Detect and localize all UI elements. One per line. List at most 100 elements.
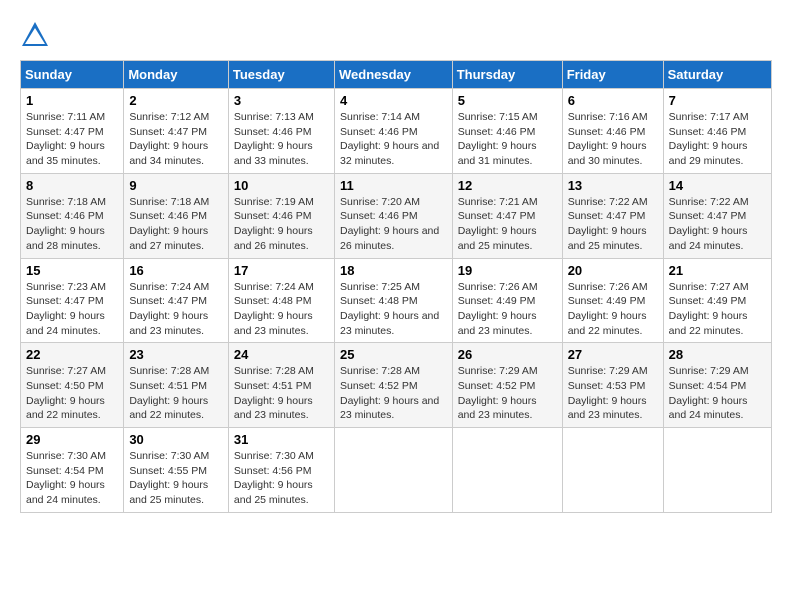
- weekday-header-sunday: Sunday: [21, 61, 124, 89]
- day-info: Sunrise: 7:29 AMSunset: 4:53 PMDaylight:…: [568, 364, 658, 423]
- day-info: Sunrise: 7:21 AMSunset: 4:47 PMDaylight:…: [458, 195, 557, 254]
- calendar-cell: 31 Sunrise: 7:30 AMSunset: 4:56 PMDayligh…: [228, 428, 334, 513]
- calendar-cell: 29Sunrise: 7:30 AMSunset: 4:54 PMDayligh…: [21, 428, 124, 513]
- day-number: 1: [26, 93, 118, 108]
- day-info: Sunrise: 7:30 AMSunset: 4:54 PMDaylight:…: [26, 449, 118, 508]
- day-number: 4: [340, 93, 447, 108]
- day-number: 9: [129, 178, 223, 193]
- calendar-cell: 28 Sunrise: 7:29 AMSunset: 4:54 PMDayligh…: [663, 343, 771, 428]
- calendar-cell: 17 Sunrise: 7:24 AMSunset: 4:48 PMDayligh…: [228, 258, 334, 343]
- day-info: Sunrise: 7:16 AMSunset: 4:46 PMDaylight:…: [568, 110, 658, 169]
- calendar-cell: 12 Sunrise: 7:21 AMSunset: 4:47 PMDayligh…: [452, 173, 562, 258]
- calendar-cell: 14Sunrise: 7:22 AMSunset: 4:47 PMDayligh…: [663, 173, 771, 258]
- day-info: Sunrise: 7:26 AMSunset: 4:49 PMDaylight:…: [568, 280, 658, 339]
- day-info: Sunrise: 7:24 AMSunset: 4:48 PMDaylight:…: [234, 280, 329, 339]
- day-number: 16: [129, 263, 223, 278]
- day-number: 12: [458, 178, 557, 193]
- calendar-cell: [562, 428, 663, 513]
- weekday-header-saturday: Saturday: [663, 61, 771, 89]
- calendar-cell: [452, 428, 562, 513]
- logo: [20, 20, 54, 50]
- day-number: 25: [340, 347, 447, 362]
- day-number: 17: [234, 263, 329, 278]
- day-info: Sunrise: 7:11 AMSunset: 4:47 PMDaylight:…: [26, 110, 118, 169]
- day-number: 5: [458, 93, 557, 108]
- calendar-week-row: 1 Sunrise: 7:11 AMSunset: 4:47 PMDaylight…: [21, 89, 772, 174]
- day-info: Sunrise: 7:24 AMSunset: 4:47 PMDaylight:…: [129, 280, 223, 339]
- day-info: Sunrise: 7:29 AMSunset: 4:54 PMDaylight:…: [669, 364, 766, 423]
- weekday-header-monday: Monday: [124, 61, 229, 89]
- day-number: 8: [26, 178, 118, 193]
- calendar-cell: 4 Sunrise: 7:14 AMSunset: 4:46 PMDaylight…: [334, 89, 452, 174]
- calendar-cell: 3 Sunrise: 7:13 AMSunset: 4:46 PMDaylight…: [228, 89, 334, 174]
- calendar-cell: 18 Sunrise: 7:25 AMSunset: 4:48 PMDayligh…: [334, 258, 452, 343]
- calendar-cell: 19 Sunrise: 7:26 AMSunset: 4:49 PMDayligh…: [452, 258, 562, 343]
- day-number: 3: [234, 93, 329, 108]
- day-number: 13: [568, 178, 658, 193]
- day-number: 22: [26, 347, 118, 362]
- calendar-week-row: 15Sunrise: 7:23 AMSunset: 4:47 PMDayligh…: [21, 258, 772, 343]
- day-info: Sunrise: 7:14 AMSunset: 4:46 PMDaylight:…: [340, 110, 447, 169]
- day-info: Sunrise: 7:26 AMSunset: 4:49 PMDaylight:…: [458, 280, 557, 339]
- day-info: Sunrise: 7:19 AMSunset: 4:46 PMDaylight:…: [234, 195, 329, 254]
- logo-icon: [20, 20, 50, 50]
- calendar-cell: 9 Sunrise: 7:18 AMSunset: 4:46 PMDaylight…: [124, 173, 229, 258]
- day-info: Sunrise: 7:28 AMSunset: 4:51 PMDaylight:…: [129, 364, 223, 423]
- day-number: 31: [234, 432, 329, 447]
- day-info: Sunrise: 7:18 AMSunset: 4:46 PMDaylight:…: [129, 195, 223, 254]
- calendar-cell: 25 Sunrise: 7:28 AMSunset: 4:52 PMDayligh…: [334, 343, 452, 428]
- day-info: Sunrise: 7:22 AMSunset: 4:47 PMDaylight:…: [669, 195, 766, 254]
- calendar-cell: [334, 428, 452, 513]
- day-info: Sunrise: 7:23 AMSunset: 4:47 PMDaylight:…: [26, 280, 118, 339]
- calendar-cell: 21Sunrise: 7:27 AMSunset: 4:49 PMDayligh…: [663, 258, 771, 343]
- day-number: 23: [129, 347, 223, 362]
- day-info: Sunrise: 7:28 AMSunset: 4:51 PMDaylight:…: [234, 364, 329, 423]
- calendar-cell: 30 Sunrise: 7:30 AMSunset: 4:55 PMDayligh…: [124, 428, 229, 513]
- weekday-header-wednesday: Wednesday: [334, 61, 452, 89]
- day-number: 7: [669, 93, 766, 108]
- day-number: 24: [234, 347, 329, 362]
- day-info: Sunrise: 7:15 AMSunset: 4:46 PMDaylight:…: [458, 110, 557, 169]
- day-info: Sunrise: 7:25 AMSunset: 4:48 PMDaylight:…: [340, 280, 447, 339]
- day-number: 21: [669, 263, 766, 278]
- day-number: 28: [669, 347, 766, 362]
- calendar-cell: 16 Sunrise: 7:24 AMSunset: 4:47 PMDayligh…: [124, 258, 229, 343]
- weekday-header-thursday: Thursday: [452, 61, 562, 89]
- calendar-cell: 24 Sunrise: 7:28 AMSunset: 4:51 PMDayligh…: [228, 343, 334, 428]
- calendar-cell: 10Sunrise: 7:19 AMSunset: 4:46 PMDayligh…: [228, 173, 334, 258]
- calendar-week-row: 29Sunrise: 7:30 AMSunset: 4:54 PMDayligh…: [21, 428, 772, 513]
- weekday-header-friday: Friday: [562, 61, 663, 89]
- day-info: Sunrise: 7:18 AMSunset: 4:46 PMDaylight:…: [26, 195, 118, 254]
- day-info: Sunrise: 7:20 AMSunset: 4:46 PMDaylight:…: [340, 195, 447, 254]
- calendar-cell: 20 Sunrise: 7:26 AMSunset: 4:49 PMDayligh…: [562, 258, 663, 343]
- day-info: Sunrise: 7:13 AMSunset: 4:46 PMDaylight:…: [234, 110, 329, 169]
- calendar-cell: 7Sunrise: 7:17 AMSunset: 4:46 PMDaylight…: [663, 89, 771, 174]
- calendar-table: SundayMondayTuesdayWednesdayThursdayFrid…: [20, 60, 772, 513]
- calendar-cell: 27 Sunrise: 7:29 AMSunset: 4:53 PMDayligh…: [562, 343, 663, 428]
- day-number: 18: [340, 263, 447, 278]
- day-number: 2: [129, 93, 223, 108]
- day-number: 19: [458, 263, 557, 278]
- calendar-week-row: 22 Sunrise: 7:27 AMSunset: 4:50 PMDayligh…: [21, 343, 772, 428]
- day-info: Sunrise: 7:28 AMSunset: 4:52 PMDaylight:…: [340, 364, 447, 423]
- calendar-cell: 23 Sunrise: 7:28 AMSunset: 4:51 PMDayligh…: [124, 343, 229, 428]
- calendar-cell: 13Sunrise: 7:22 AMSunset: 4:47 PMDayligh…: [562, 173, 663, 258]
- calendar-header-row: SundayMondayTuesdayWednesdayThursdayFrid…: [21, 61, 772, 89]
- calendar-cell: 2 Sunrise: 7:12 AMSunset: 4:47 PMDaylight…: [124, 89, 229, 174]
- day-info: Sunrise: 7:27 AMSunset: 4:50 PMDaylight:…: [26, 364, 118, 423]
- day-info: Sunrise: 7:12 AMSunset: 4:47 PMDaylight:…: [129, 110, 223, 169]
- day-number: 30: [129, 432, 223, 447]
- day-number: 6: [568, 93, 658, 108]
- day-number: 20: [568, 263, 658, 278]
- calendar-cell: 1 Sunrise: 7:11 AMSunset: 4:47 PMDaylight…: [21, 89, 124, 174]
- calendar-week-row: 8 Sunrise: 7:18 AMSunset: 4:46 PMDaylight…: [21, 173, 772, 258]
- calendar-cell: 22 Sunrise: 7:27 AMSunset: 4:50 PMDayligh…: [21, 343, 124, 428]
- weekday-header-tuesday: Tuesday: [228, 61, 334, 89]
- day-number: 11: [340, 178, 447, 193]
- day-info: Sunrise: 7:30 AMSunset: 4:55 PMDaylight:…: [129, 449, 223, 508]
- calendar-cell: 11 Sunrise: 7:20 AMSunset: 4:46 PMDayligh…: [334, 173, 452, 258]
- day-number: 27: [568, 347, 658, 362]
- day-info: Sunrise: 7:30 AMSunset: 4:56 PMDaylight:…: [234, 449, 329, 508]
- calendar-cell: 5 Sunrise: 7:15 AMSunset: 4:46 PMDaylight…: [452, 89, 562, 174]
- day-number: 26: [458, 347, 557, 362]
